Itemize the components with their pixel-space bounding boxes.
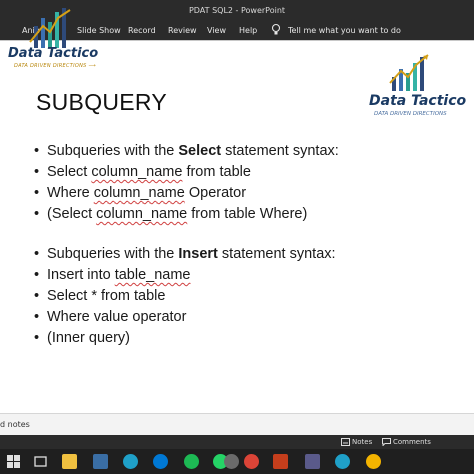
list-item: • Subqueries with the Insert statement sy… xyxy=(34,246,336,262)
skype-icon[interactable] xyxy=(153,454,168,469)
spotify-icon[interactable] xyxy=(184,454,199,469)
app-icon[interactable] xyxy=(93,454,108,469)
settings-icon[interactable] xyxy=(224,454,239,469)
tell-me-search[interactable]: Tell me what you want to do xyxy=(288,26,401,35)
insert-syntax-list: • Subqueries with the Insert statement sy… xyxy=(34,244,336,349)
edge-icon[interactable] xyxy=(123,454,138,469)
start-icon[interactable] xyxy=(6,454,21,469)
slide-logo-tagline: DATA DRIVEN DIRECTIONS xyxy=(374,111,447,117)
notes-button[interactable]: Notes xyxy=(352,438,372,446)
notes-placeholder: d notes xyxy=(0,420,30,429)
app-icon-2[interactable] xyxy=(305,454,320,469)
list-item: • Where value operator xyxy=(34,309,187,325)
comments-button[interactable]: Comments xyxy=(393,438,431,446)
list-item: • Subqueries with the Select statement sy… xyxy=(34,143,339,159)
slide-canvas[interactable]: SUBQUERY Data Tactico DATA DRIVEN DIRECT… xyxy=(0,41,474,413)
task-view-icon[interactable] xyxy=(33,454,48,469)
powerpoint-icon[interactable] xyxy=(273,454,288,469)
list-item: • Where column_name Operator xyxy=(34,185,247,201)
notes-icon xyxy=(341,438,350,446)
edge-icon-2[interactable] xyxy=(335,454,350,469)
status-bar: Notes Comments xyxy=(0,435,474,449)
arrow-right-icon: ⟶ xyxy=(88,63,97,69)
tab-help[interactable]: Help xyxy=(239,26,257,35)
comments-icon xyxy=(382,438,391,446)
watermark-tagline: DATA DRIVEN DIRECTIONS ⟶ xyxy=(14,63,97,69)
select-syntax-list: • Subqueries with the Select statement sy… xyxy=(34,141,339,225)
list-item: • (Inner query) xyxy=(34,330,131,346)
powerpoint-window: PDAT SQL2 - PowerPoint Anim Slide Show R… xyxy=(0,0,474,474)
watermark-brand: Data Tactico xyxy=(8,46,99,61)
data-tactico-logo-icon xyxy=(389,54,429,91)
list-item: • Insert into table_name xyxy=(34,267,191,283)
tab-review[interactable]: Review xyxy=(168,26,197,35)
list-item: • Select column_name from table xyxy=(34,164,251,180)
windows-taskbar xyxy=(0,449,474,474)
chrome-icon[interactable] xyxy=(244,454,259,469)
chrome-icon-2[interactable] xyxy=(366,454,381,469)
list-item: • Select * from table xyxy=(34,288,166,304)
file-explorer-icon[interactable] xyxy=(62,454,77,469)
slide-title: SUBQUERY xyxy=(36,89,168,115)
lightbulb-icon xyxy=(271,23,281,35)
slide-logo-brand: Data Tactico xyxy=(369,93,467,109)
tab-view[interactable]: View xyxy=(207,26,226,35)
list-item: • (Select column_name from table Where) xyxy=(34,206,308,222)
tab-record[interactable]: Record xyxy=(128,26,156,35)
notes-pane[interactable]: d notes xyxy=(0,413,474,435)
